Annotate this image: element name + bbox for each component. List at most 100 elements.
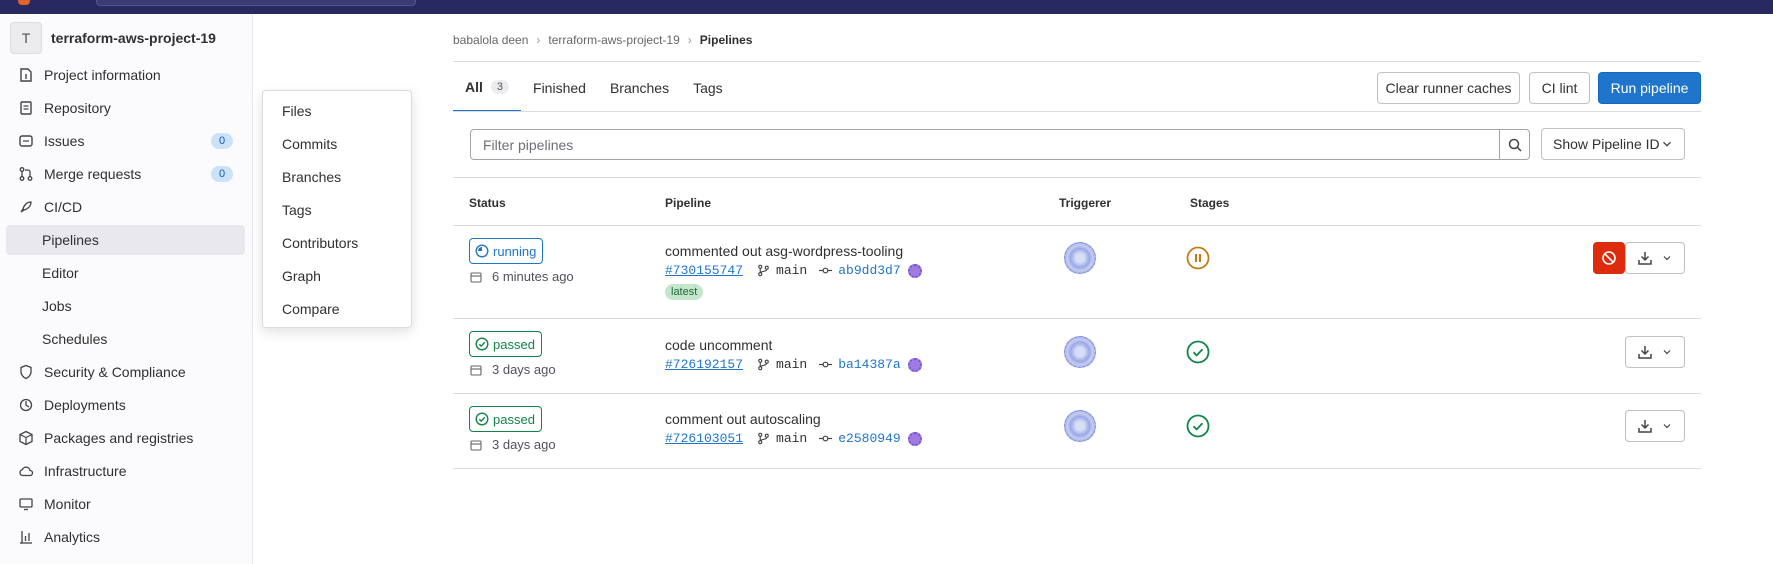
sidebar-item-editor[interactable]: Editor (6, 258, 245, 288)
pipeline-time: 3 days ago (470, 362, 556, 377)
flyout-item-compare[interactable]: Compare (263, 294, 411, 324)
sidebar-item-monitor[interactable]: Monitor (6, 489, 245, 519)
branch-name: main (776, 263, 808, 278)
sidebar-item-schedules[interactable]: Schedules (6, 324, 245, 354)
divider (453, 318, 1701, 319)
breadcrumb-item-current[interactable]: Pipelines (700, 33, 753, 47)
pipeline-meta: #726103051 main e2580949 (665, 431, 922, 446)
clear-runner-caches-button[interactable]: Clear runner caches (1377, 72, 1520, 104)
sidebar-item-analytics[interactable]: Analytics (6, 522, 245, 552)
pipeline-id-link[interactable]: #726103051 (665, 431, 743, 446)
author-avatar[interactable] (907, 431, 922, 446)
breadcrumb: babalola deen › terraform-aws-project-19… (453, 31, 752, 49)
sidebar-item-infrastructure[interactable]: Infrastructure (6, 456, 245, 486)
sidebar-item-cicd[interactable]: CI/CD (6, 192, 245, 222)
sidebar-item-label: Issues (44, 133, 85, 149)
project-header[interactable]: T terraform-aws-project-19 (10, 22, 216, 54)
global-search-input[interactable] (96, 0, 416, 6)
filter-pipelines-input[interactable]: Filter pipelines (470, 129, 1500, 160)
tab-branches[interactable]: Branches (598, 64, 681, 112)
stage-passed-icon[interactable] (1186, 414, 1210, 438)
tab-count-badge: 3 (490, 80, 510, 94)
tab-tags[interactable]: Tags (681, 64, 735, 112)
status-badge-passed[interactable]: passed (469, 331, 542, 357)
status-badge-passed[interactable]: passed (469, 406, 542, 432)
shield-icon (18, 364, 34, 380)
run-pipeline-button[interactable]: Run pipeline (1598, 72, 1701, 104)
info-icon (18, 67, 34, 83)
breadcrumb-item-user[interactable]: babalola deen (453, 33, 528, 47)
flyout-item-tags[interactable]: Tags (263, 195, 411, 225)
search-button[interactable] (1499, 129, 1530, 160)
triggerer-avatar[interactable] (1064, 336, 1096, 368)
branch-ref[interactable]: main (757, 357, 807, 372)
flyout-item-graph[interactable]: Graph (263, 261, 411, 291)
project-name: terraform-aws-project-19 (51, 30, 216, 46)
sidebar-item-packages-registries[interactable]: Packages and registries (6, 423, 245, 453)
branch-ref[interactable]: main (757, 263, 807, 278)
commit-sha[interactable]: ab9dd3d7 (819, 263, 901, 278)
triggerer-avatar[interactable] (1064, 242, 1096, 274)
sha-label: ba14387a (838, 357, 901, 372)
calendar-icon (470, 271, 482, 283)
gitlab-logo-icon[interactable] (18, 0, 30, 5)
sidebar-item-issues[interactable]: Issues 0 (6, 126, 245, 156)
sidebar-item-label: Infrastructure (44, 463, 127, 479)
search-icon (1508, 138, 1522, 152)
sidebar-item-deployments[interactable]: Deployments (6, 390, 245, 420)
sidebar-item-security-compliance[interactable]: Security & Compliance (6, 357, 245, 387)
sidebar-item-jobs[interactable]: Jobs (6, 291, 245, 321)
flyout-item-contributors[interactable]: Contributors (263, 228, 411, 258)
commit-sha[interactable]: ba14387a (819, 357, 901, 372)
commit-title[interactable]: commented out asg-wordpress-tooling (665, 243, 903, 259)
branch-name: main (776, 431, 808, 446)
download-artifacts-dropdown[interactable] (1625, 242, 1685, 274)
document-icon (18, 100, 34, 116)
stage-running-icon[interactable] (1186, 246, 1210, 270)
status-label: running (493, 243, 537, 259)
pipeline-id-link[interactable]: #730155747 (665, 263, 743, 278)
commit-title[interactable]: code uncomment (665, 337, 772, 353)
tab-all[interactable]: All 3 (453, 64, 522, 112)
sha-label: ab9dd3d7 (838, 263, 901, 278)
pipeline-id-link[interactable]: #726192157 (665, 357, 743, 372)
commit-title[interactable]: comment out autoscaling (665, 411, 821, 427)
sidebar-item-pipelines[interactable]: Pipelines (6, 225, 245, 255)
ci-lint-button[interactable]: CI lint (1529, 72, 1590, 104)
sidebar-item-label: Packages and registries (44, 430, 194, 446)
download-artifacts-dropdown[interactable] (1625, 336, 1685, 368)
tab-finished[interactable]: Finished (521, 64, 598, 112)
deployments-icon (18, 397, 34, 413)
stage-passed-icon[interactable] (1186, 340, 1210, 364)
status-badge-running[interactable]: running (469, 238, 544, 264)
commit-sha[interactable]: e2580949 (819, 431, 901, 446)
package-icon (18, 430, 34, 446)
sidebar-item-project-information[interactable]: Project information (6, 60, 245, 90)
download-icon (1638, 346, 1652, 359)
chevron-down-icon (1663, 350, 1671, 355)
issues-count-badge: 0 (211, 133, 233, 149)
sidebar-item-label: Project information (44, 67, 161, 83)
show-pipeline-id-dropdown[interactable]: Show Pipeline ID (1541, 128, 1685, 160)
triggerer-avatar[interactable] (1064, 410, 1096, 442)
flyout-item-commits[interactable]: Commits (263, 129, 411, 159)
sidebar-item-label: Repository (44, 100, 111, 116)
sidebar-item-label: Editor (42, 265, 79, 281)
flyout-item-branches[interactable]: Branches (263, 162, 411, 192)
flyout-item-files[interactable]: Files (263, 96, 411, 126)
pipeline-meta: #730155747 main ab9dd3d7 (665, 263, 922, 278)
dropdown-label: Show Pipeline ID (1553, 136, 1660, 152)
sidebar-item-repository[interactable]: Repository (6, 93, 245, 123)
download-icon (1638, 420, 1652, 433)
sha-label: e2580949 (838, 431, 901, 446)
branch-ref[interactable]: main (757, 431, 807, 446)
sidebar-item-merge-requests[interactable]: Merge requests 0 (6, 159, 245, 189)
author-avatar[interactable] (907, 263, 922, 278)
pipeline-time: 3 days ago (470, 437, 556, 452)
commit-icon (819, 267, 833, 274)
author-avatar[interactable] (907, 357, 922, 372)
cancel-pipeline-button[interactable] (1593, 242, 1625, 274)
breadcrumb-item-project[interactable]: terraform-aws-project-19 (548, 33, 679, 47)
sidebar-item-label: Deployments (44, 397, 126, 413)
download-artifacts-dropdown[interactable] (1625, 410, 1685, 442)
